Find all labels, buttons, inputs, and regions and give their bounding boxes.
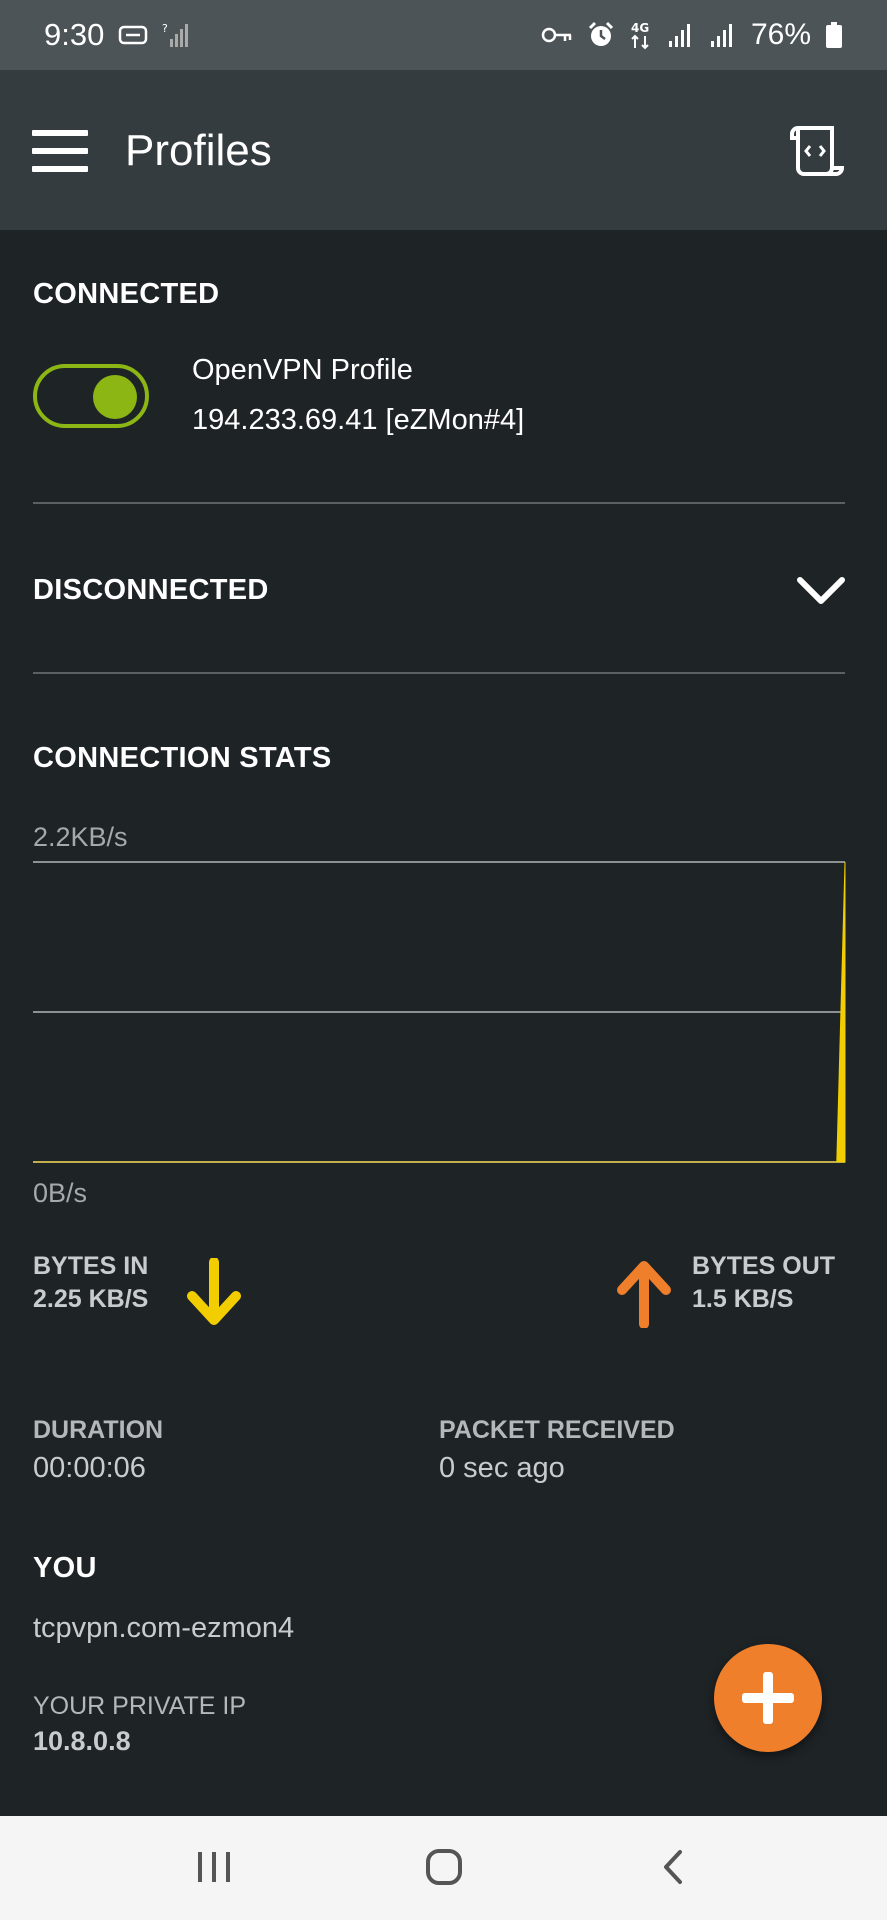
svg-text:?: ? [162,22,168,35]
add-profile-button[interactable] [714,1644,822,1752]
battery-percent: 76% [750,18,811,51]
you-value: tcpvpn.com-ezmon4 [33,1612,295,1644]
battery-icon [825,21,843,49]
back-icon[interactable] [644,1842,704,1894]
private-ip-value: 10.8.0.8 [33,1726,131,1756]
bytes-out-value: 1.5 KB/S [692,1285,794,1313]
toggle-knob [93,375,137,419]
signal-icon [709,21,737,49]
signal-x-icon: ? [162,21,189,49]
home-icon[interactable] [414,1842,474,1894]
bytes-out-label: BYTES OUT [692,1252,836,1280]
chart-y-max-label: 2.2KB/s [33,822,128,852]
connected-header: CONNECTED [33,278,220,310]
log-scroll-icon[interactable] [788,124,846,180]
4g-icon: 4G [629,20,653,50]
recent-apps-icon[interactable] [184,1842,244,1894]
vpn-key-icon [541,24,573,46]
app-bar: Profiles [0,70,887,230]
bytes-in-value: 2.25 KB/S [33,1285,149,1313]
menu-icon[interactable] [32,130,90,174]
arrow-down-icon [186,1257,242,1328]
page-title: Profiles [125,126,272,175]
chart-y-min-label: 0B/s [33,1178,88,1208]
message-icon [118,24,148,46]
packet-received-label: PACKET RECEIVED [439,1416,675,1444]
disconnected-header[interactable]: DISCONNECTED [33,574,269,607]
connection-stats-header: CONNECTION STATS [33,742,332,774]
status-time: 9:30 [44,17,105,52]
profile-server: 194.233.69.41 [eZMon#4] [192,404,525,436]
packet-received-value: 0 sec ago [439,1452,565,1484]
divider [33,672,845,674]
bytes-in-label: BYTES IN [33,1252,149,1280]
you-header: YOU [33,1552,97,1584]
profile-name[interactable]: OpenVPN Profile [192,354,413,387]
signal-icon [667,21,695,49]
private-ip-label: YOUR PRIVATE IP [33,1692,247,1720]
bytes-in-area [33,861,846,1163]
svg-text:4G: 4G [631,21,649,35]
divider [33,502,845,504]
duration-value: 00:00:06 [33,1452,146,1484]
arrow-up-icon [616,1258,672,1329]
vpn-toggle[interactable] [33,364,149,428]
status-bar: 9:30 ? 4G 76% [0,0,887,70]
navigation-bar [0,1816,887,1920]
alarm-icon [587,21,615,49]
chevron-down-icon[interactable] [796,570,846,610]
duration-label: DURATION [33,1416,164,1444]
